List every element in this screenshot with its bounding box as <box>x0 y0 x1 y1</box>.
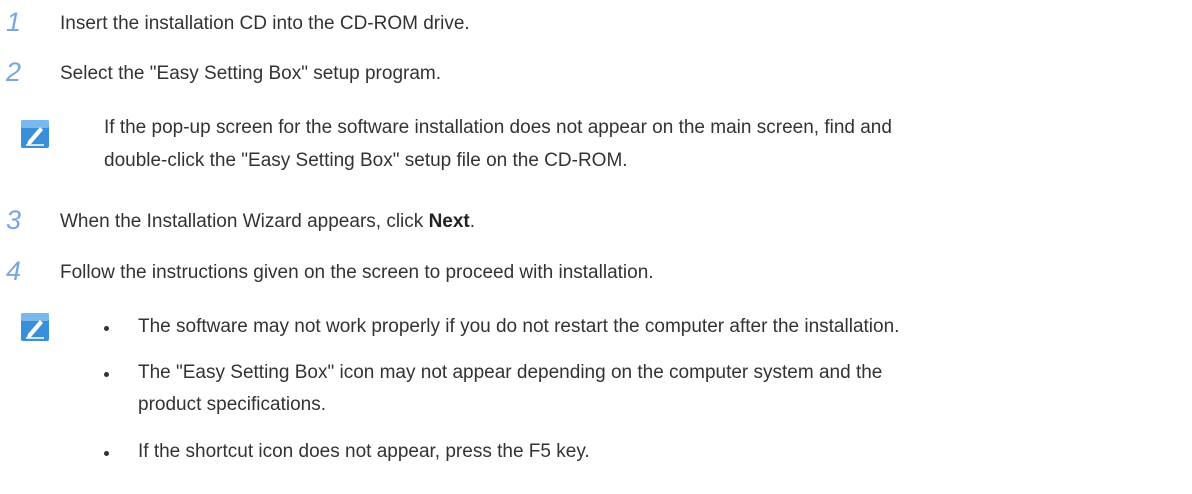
step-number: 1 <box>6 7 22 37</box>
step-text: Insert the installation CD into the CD-R… <box>60 13 470 34</box>
step-number: 2 <box>6 57 22 87</box>
step-text-before: When the Installation Wizard appears, cl… <box>60 211 429 232</box>
bullet-text-line: The software may not work properly if yo… <box>138 316 900 337</box>
step-number: 3 <box>6 205 22 235</box>
step-text-after: . <box>469 211 476 232</box>
bullet-text-line: If the shortcut icon does not appear, pr… <box>138 441 590 462</box>
step-text: Follow the instructions given on the scr… <box>60 262 654 283</box>
note-text-line: If the pop-up screen for the software in… <box>104 117 892 138</box>
note-pencil-icon <box>21 313 49 341</box>
note-text-line: double-click the "Easy Setting Box" setu… <box>104 150 628 171</box>
bullet-text-line: The "Easy Setting Box" icon may not appe… <box>138 362 883 383</box>
note-pencil-icon <box>21 120 49 148</box>
bullet-dot <box>104 372 109 377</box>
bullet-text-line: product specifications. <box>138 394 326 415</box>
next-button-label: Next <box>428 211 470 232</box>
step-text: When the Installation Wizard appears, cl… <box>60 211 475 234</box>
bullet-dot <box>104 326 109 331</box>
bullet-dot <box>104 451 109 456</box>
step-number: 4 <box>6 256 22 286</box>
step-text: Select the "Easy Setting Box" setup prog… <box>60 63 442 84</box>
